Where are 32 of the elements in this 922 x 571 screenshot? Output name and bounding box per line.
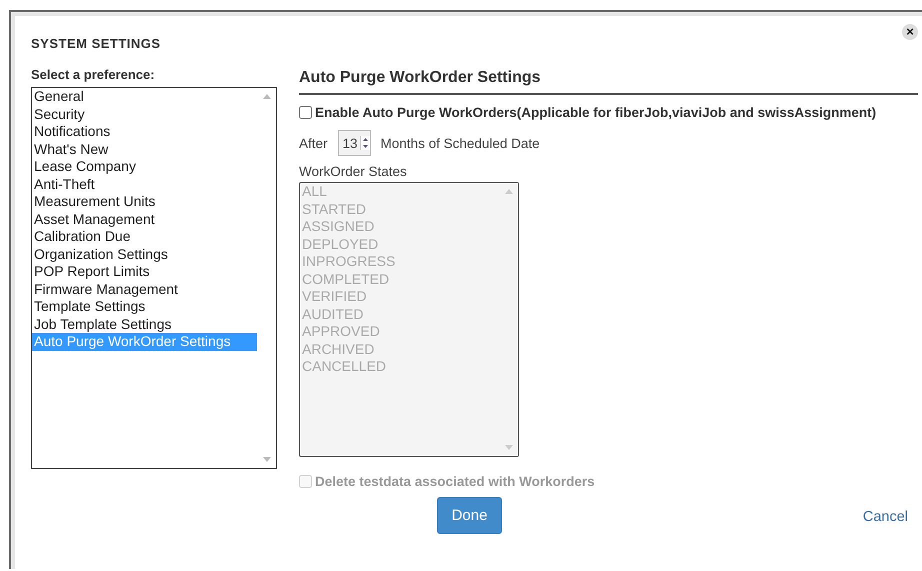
preference-item[interactable]: Organization Settings — [32, 246, 257, 263]
decrement-icon[interactable] — [360, 143, 370, 150]
preference-label: Select a preference: — [31, 67, 156, 82]
preference-item[interactable]: Measurement Units — [32, 193, 257, 210]
states-label: WorkOrder States — [299, 164, 408, 179]
preference-item[interactable]: Security — [32, 106, 257, 123]
preference-item[interactable]: Job Template Settings — [32, 316, 257, 333]
months-label: Months of Scheduled Date — [380, 136, 540, 150]
preference-item[interactable]: Lease Company — [32, 158, 257, 176]
preference-item[interactable]: POP Report Limits — [32, 263, 257, 280]
preference-item[interactable]: Anti-Theft — [32, 176, 257, 193]
preference-item[interactable]: Notifications — [32, 123, 257, 140]
scroll-down-icon[interactable] — [262, 457, 270, 462]
after-label: After — [299, 136, 328, 150]
months-spinner[interactable]: 13 — [338, 130, 371, 156]
scroll-up-icon[interactable] — [262, 94, 270, 99]
enable-checkbox[interactable] — [299, 106, 312, 119]
enable-label: Enable Auto Purge WorkOrders(Applicable for fiberJob,viaviJob and swissAssignment) — [315, 105, 876, 120]
done-button[interactable]: Done — [437, 497, 502, 534]
preference-item[interactable]: Calibration Due — [32, 228, 257, 246]
close-button[interactable]: × — [902, 24, 918, 40]
preference-item[interactable]: Firmware Management — [32, 280, 257, 298]
section-heading: Auto Purge WorkOrder Settings — [299, 67, 918, 95]
preference-list[interactable] — [31, 87, 277, 469]
cancel-link[interactable]: Cancel — [862, 509, 918, 534]
increment-icon[interactable] — [360, 136, 370, 143]
preference-item[interactable]: What's New — [32, 140, 257, 158]
preference-item[interactable]: General — [32, 88, 257, 106]
dialog-title: SYSTEM SETTINGS — [31, 36, 162, 51]
preference-item[interactable]: Template Settings — [32, 298, 257, 316]
preference-item[interactable]: Asset Management — [32, 210, 257, 228]
delete-label: Delete testdata associated with Workorders — [315, 474, 595, 489]
